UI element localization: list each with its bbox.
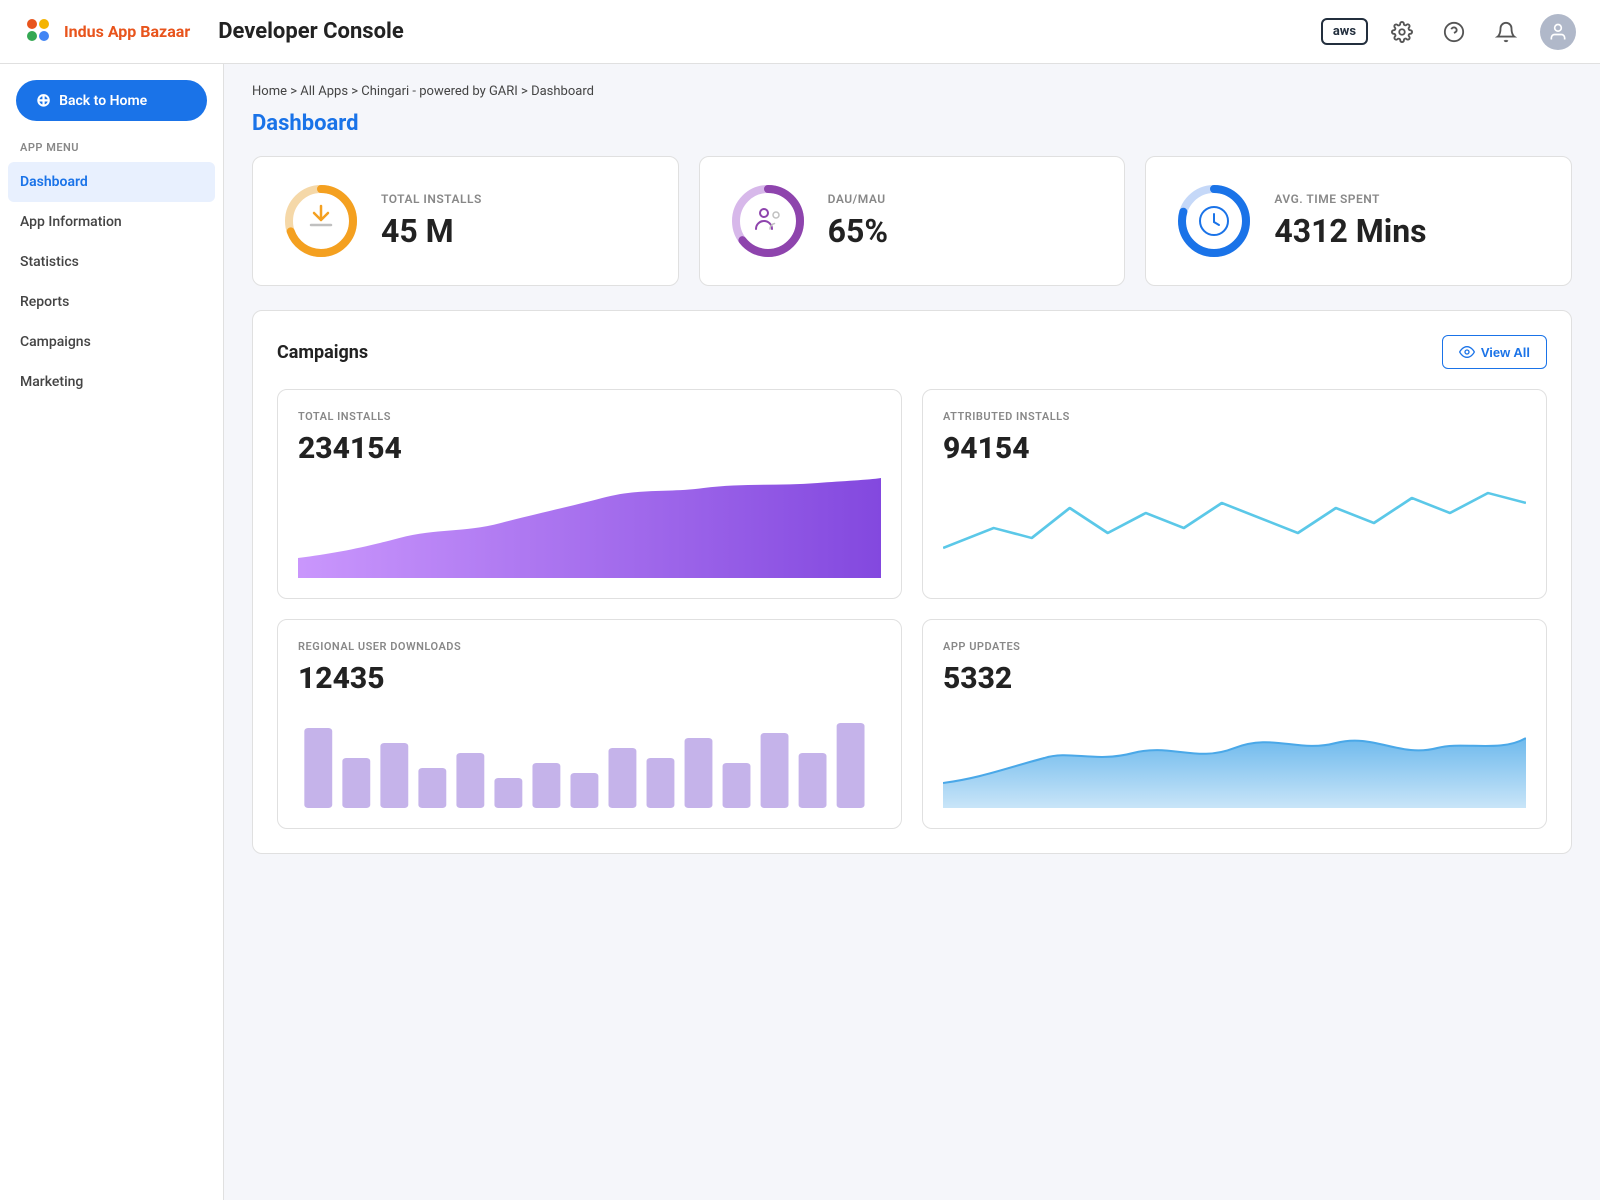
header: Indus App Bazaar Developer Console aws	[0, 0, 1600, 64]
back-icon: ⊕	[36, 90, 51, 111]
stat-info-total-installs: TOTAL INSTALLS 45 M	[381, 192, 482, 250]
view-all-button[interactable]: View All	[1442, 335, 1547, 369]
notifications-icon[interactable]	[1488, 14, 1524, 50]
header-left: Indus App Bazaar Developer Console	[24, 16, 404, 48]
avg-time-donut	[1174, 181, 1254, 261]
back-to-home-button[interactable]: ⊕ Back to Home	[16, 80, 207, 121]
layout: ⊕ Back to Home APP Menu Dashboard App In…	[0, 64, 1600, 874]
campaign-card-regional: REGIONAL USER DOWNLOADS 12435	[277, 619, 902, 829]
stat-info-avg-time: AVG. TIME SPENT 4312 Mins	[1274, 192, 1426, 250]
eye-icon	[1459, 344, 1475, 360]
attributed-installs-value: 94154	[943, 431, 1526, 466]
total-installs-chart	[298, 478, 881, 578]
attributed-installs-chart	[943, 478, 1526, 578]
back-button-label: Back to Home	[59, 93, 147, 109]
app-updates-chart	[943, 708, 1526, 808]
breadcrumb: Home > All Apps > Chingari - powered by …	[252, 84, 1572, 99]
campaign-card-app-updates: APP UPDATES 5332	[922, 619, 1547, 829]
aws-badge[interactable]: aws	[1321, 18, 1368, 45]
total-installs-camp-label: TOTAL INSTALLS	[298, 410, 881, 423]
sidebar-label-campaigns: Campaigns	[20, 334, 91, 350]
logo-icon	[24, 16, 56, 48]
sidebar-item-marketing[interactable]: Marketing	[0, 362, 223, 402]
stat-card-avg-time: AVG. TIME SPENT 4312 Mins	[1145, 156, 1572, 286]
attributed-installs-label: ATTRIBUTED INSTALLS	[943, 410, 1526, 423]
regional-downloads-label: REGIONAL USER DOWNLOADS	[298, 640, 881, 653]
avg-time-value: 4312 Mins	[1274, 212, 1426, 250]
header-title: Developer Console	[218, 19, 404, 44]
sidebar-item-dashboard[interactable]: Dashboard	[8, 162, 215, 202]
campaign-cards: TOTAL INSTALLS 234154	[277, 389, 1547, 829]
stat-info-dau-mau: DAU/MAU 65%	[828, 192, 888, 250]
logo: Indus App Bazaar	[24, 16, 190, 48]
sidebar-label-reports: Reports	[20, 294, 69, 310]
sidebar-item-campaigns[interactable]: Campaigns	[0, 322, 223, 362]
settings-icon[interactable]	[1384, 14, 1420, 50]
total-installs-label: TOTAL INSTALLS	[381, 192, 482, 206]
sidebar-label-dashboard: Dashboard	[20, 174, 88, 190]
stats-row: TOTAL INSTALLS 45 M	[252, 156, 1572, 286]
campaign-card-total-installs: TOTAL INSTALLS 234154	[277, 389, 902, 599]
sidebar-item-statistics[interactable]: Statistics	[0, 242, 223, 282]
sidebar: ⊕ Back to Home APP Menu Dashboard App In…	[0, 64, 224, 1200]
regional-downloads-value: 12435	[298, 661, 881, 696]
app-menu-label: APP Menu	[0, 141, 223, 162]
page-title: Dashboard	[252, 111, 1572, 136]
stat-card-total-installs: TOTAL INSTALLS 45 M	[252, 156, 679, 286]
avatar[interactable]	[1540, 14, 1576, 50]
sidebar-label-marketing: Marketing	[20, 374, 83, 390]
avg-time-label: AVG. TIME SPENT	[1274, 192, 1426, 206]
app-updates-value: 5332	[943, 661, 1526, 696]
main-content: Home > All Apps > Chingari - powered by …	[224, 64, 1600, 874]
help-icon[interactable]	[1436, 14, 1472, 50]
regional-downloads-chart	[298, 708, 881, 808]
stat-card-dau-mau: DAU/MAU 65%	[699, 156, 1126, 286]
dau-mau-label: DAU/MAU	[828, 192, 888, 206]
total-installs-camp-value: 234154	[298, 431, 881, 466]
campaigns-section: Campaigns View All TOTAL INSTALLS 234154	[252, 310, 1572, 854]
total-installs-donut	[281, 181, 361, 261]
sidebar-item-reports[interactable]: Reports	[0, 282, 223, 322]
campaign-card-attributed: ATTRIBUTED INSTALLS 94154	[922, 389, 1547, 599]
total-installs-value: 45 M	[381, 212, 482, 250]
sidebar-item-app-information[interactable]: App Information	[0, 202, 223, 242]
header-right: aws	[1321, 14, 1576, 50]
campaigns-header: Campaigns View All	[277, 335, 1547, 369]
campaigns-title: Campaigns	[277, 342, 368, 363]
dau-mau-value: 65%	[828, 212, 888, 250]
dau-mau-donut	[728, 181, 808, 261]
breadcrumb-text: Home > All Apps > Chingari - powered by …	[252, 84, 594, 99]
sidebar-label-app-information: App Information	[20, 214, 122, 230]
logo-text: Indus App Bazaar	[64, 22, 190, 41]
app-updates-label: APP UPDATES	[943, 640, 1526, 653]
sidebar-label-statistics: Statistics	[20, 254, 79, 270]
view-all-label: View All	[1481, 345, 1530, 360]
